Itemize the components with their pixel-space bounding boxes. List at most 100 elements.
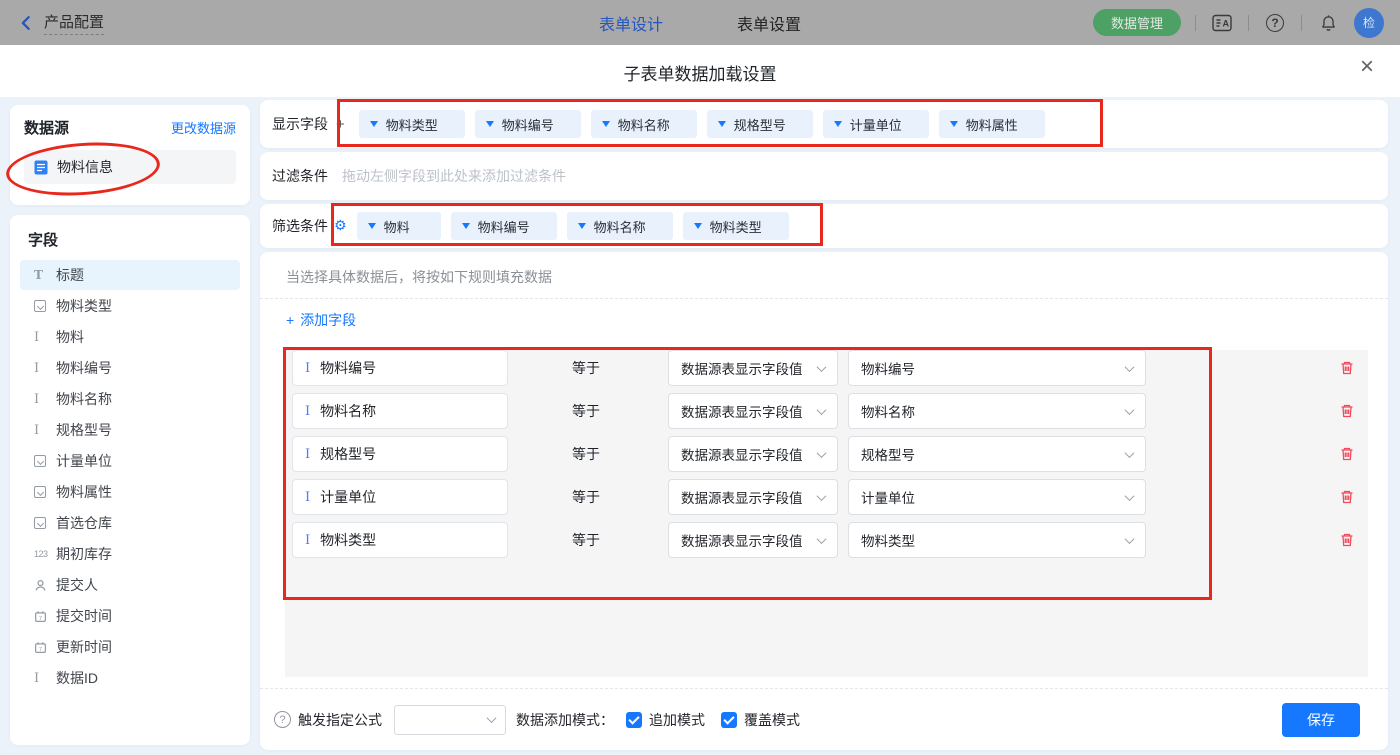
delete-rule-icon[interactable] [1339, 489, 1355, 505]
bell-icon[interactable] [1316, 11, 1340, 35]
title-field-icon: T [34, 268, 43, 282]
text-field-icon: I [305, 446, 311, 462]
rule-field-box[interactable]: I 物料名称 [292, 393, 508, 429]
svg-text:A: A [1222, 18, 1229, 28]
field-item-label: 提交人 [56, 577, 98, 593]
rule-field-box[interactable]: I 物料编号 [292, 350, 508, 386]
number-field-icon: 123 [34, 549, 48, 559]
chevron-down-icon [1124, 533, 1135, 544]
help-icon[interactable]: ? [274, 711, 291, 728]
field-item-update-time[interactable]: 7 更新时间 [20, 632, 240, 662]
field-item-label: 提交时间 [56, 608, 112, 624]
formula-label: 触发指定公式 [298, 711, 382, 728]
rule-row: I 物料类型 等于 数据源表显示字段值 物料类型 [292, 522, 1368, 558]
chevron-down-icon [1124, 447, 1135, 458]
help-icon[interactable]: ? [1263, 11, 1287, 35]
field-item-material-code[interactable]: I 物料编号 [20, 353, 240, 383]
source-type-dropdown[interactable]: 数据源表显示字段值 [668, 479, 838, 515]
screen-tag[interactable]: 物料类型 [682, 212, 789, 240]
field-item-initial-stock[interactable]: 123 期初库存 [20, 539, 240, 569]
overwrite-mode-checkbox[interactable] [721, 711, 737, 728]
chevron-down-icon [816, 533, 827, 544]
display-tag[interactable]: 物料名称 [590, 110, 697, 138]
select-field-icon [34, 486, 56, 498]
source-type-dropdown[interactable]: 数据源表显示字段值 [668, 350, 838, 386]
field-item-preferred-warehouse[interactable]: 首选仓库 [20, 508, 240, 538]
screen-tag[interactable]: 物料 [356, 212, 441, 240]
translate-icon[interactable]: A [1210, 11, 1234, 35]
dropdown-triangle-icon [367, 223, 376, 229]
screen-tag[interactable]: 物料编号 [450, 212, 557, 240]
field-item-material-name[interactable]: I 物料名称 [20, 384, 240, 414]
rule-field-box[interactable]: I 规格型号 [292, 436, 508, 472]
tab-form-design[interactable]: 表单设计 [599, 11, 663, 35]
append-mode-checkbox[interactable] [626, 711, 642, 728]
source-field-dropdown[interactable]: 物料类型 [848, 522, 1146, 558]
display-tag[interactable]: 物料属性 [938, 110, 1045, 138]
field-item-submit-time[interactable]: 7 提交时间 [20, 601, 240, 631]
display-tag[interactable]: 物料类型 [358, 110, 465, 138]
chevron-down-icon [816, 447, 827, 458]
source-field-dropdown[interactable]: 规格型号 [848, 436, 1146, 472]
chevron-down-icon [816, 361, 827, 372]
text-field-icon: I [34, 391, 40, 407]
save-button[interactable]: 保存 [1282, 702, 1360, 737]
source-field-dropdown[interactable]: 计量单位 [848, 479, 1146, 515]
source-field-dropdown[interactable]: 物料编号 [848, 350, 1146, 386]
text-field-icon: I [305, 360, 311, 376]
field-item-submitter[interactable]: 提交人 [20, 570, 240, 600]
source-field-dropdown[interactable]: 物料名称 [848, 393, 1146, 429]
field-item-spec-model[interactable]: I 规格型号 [20, 415, 240, 445]
divider [1195, 14, 1196, 31]
display-tag[interactable]: 计量单位 [822, 110, 929, 138]
field-item-material-type[interactable]: 物料类型 [20, 291, 240, 321]
select-field-icon [34, 300, 56, 312]
display-tag[interactable]: 规格型号 [706, 110, 813, 138]
data-add-mode-label: 数据添加模式： [516, 711, 614, 728]
plus-icon: + [286, 312, 295, 328]
formula-select[interactable] [394, 704, 506, 735]
tab-form-settings[interactable]: 表单设置 [737, 11, 801, 35]
screen-tag[interactable]: 物料名称 [566, 212, 673, 240]
field-item-material[interactable]: I 物料 [20, 322, 240, 352]
modal-title: 子表单数据加载设置 [623, 65, 777, 84]
delete-rule-icon[interactable] [1339, 532, 1355, 548]
source-type-dropdown[interactable]: 数据源表显示字段值 [668, 393, 838, 429]
source-type-dropdown[interactable]: 数据源表显示字段值 [668, 436, 838, 472]
rule-field-box[interactable]: I 物料类型 [292, 522, 508, 558]
screen-condition-label: 筛选条件 [272, 218, 328, 234]
field-item-title[interactable]: T 标题 [20, 260, 240, 290]
dropdown-triangle-icon [485, 121, 494, 127]
avatar[interactable]: 检 [1354, 7, 1384, 38]
close-icon[interactable]: × [1360, 55, 1374, 79]
equals-label: 等于 [572, 446, 600, 462]
dropdown-triangle-icon [693, 223, 702, 229]
field-item-unit[interactable]: 计量单位 [20, 446, 240, 476]
delete-rule-icon[interactable] [1339, 403, 1355, 419]
field-item-data-id[interactable]: I 数据ID [20, 663, 240, 693]
dropdown-triangle-icon [369, 121, 378, 127]
field-item-label: 物料属性 [56, 484, 112, 500]
add-display-field-icon[interactable]: + [336, 116, 345, 133]
fill-rules-hint: 当选择具体数据后，将按如下规则填充数据 [260, 252, 1388, 299]
add-field-button[interactable]: + 添加字段 [286, 310, 356, 330]
date-field-icon: 7 [34, 641, 56, 654]
delete-rule-icon[interactable] [1339, 446, 1355, 462]
rule-row: I 规格型号 等于 数据源表显示字段值 规格型号 [292, 436, 1368, 472]
field-item-label: 物料编号 [56, 360, 112, 376]
datasource-item[interactable]: 物料信息 [24, 150, 236, 184]
rule-field-box[interactable]: I 计量单位 [292, 479, 508, 515]
change-datasource-link[interactable]: 更改数据源 [171, 118, 236, 137]
person-field-icon [34, 579, 56, 592]
display-tag[interactable]: 物料编号 [474, 110, 581, 138]
delete-rule-icon[interactable] [1339, 360, 1355, 376]
filter-condition-row[interactable]: 过滤条件 拖动左侧字段到此处来添加过滤条件 [260, 152, 1388, 200]
source-type-dropdown[interactable]: 数据源表显示字段值 [668, 522, 838, 558]
filter-settings-gear-icon[interactable]: ⚙ [334, 218, 347, 234]
dropdown-triangle-icon [461, 223, 470, 229]
field-item-material-attr[interactable]: 物料属性 [20, 477, 240, 507]
field-item-label: 首选仓库 [56, 515, 112, 531]
append-mode-label: 追加模式 [649, 711, 705, 728]
data-manage-button[interactable]: 数据管理 [1092, 9, 1181, 36]
equals-label: 等于 [572, 360, 600, 376]
